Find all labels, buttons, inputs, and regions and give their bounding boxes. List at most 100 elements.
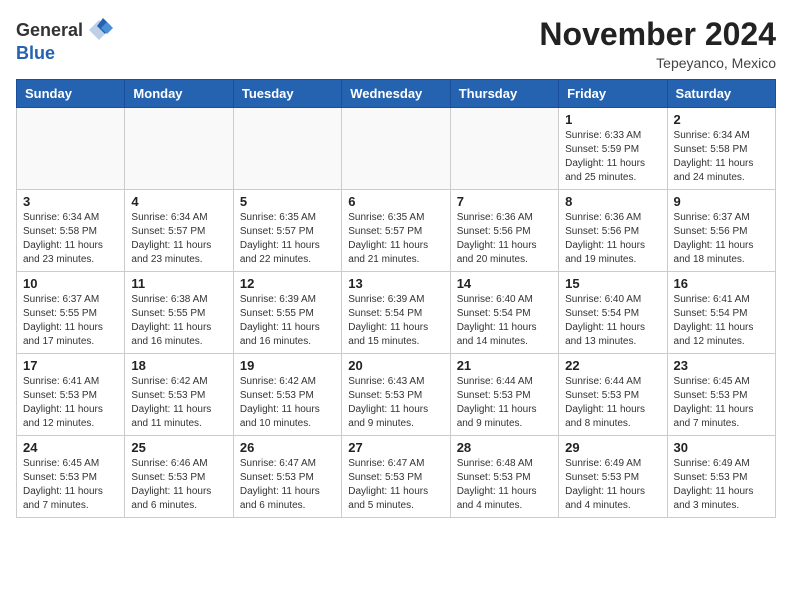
logo: General Blue: [16, 16, 113, 64]
table-row: 4 Sunrise: 6:34 AMSunset: 5:57 PMDaylight…: [125, 190, 233, 272]
day-number: 14: [457, 276, 552, 291]
page-header: General Blue November 2024 Tepeyanco, Me…: [16, 16, 776, 71]
calendar-week-row: 10 Sunrise: 6:37 AMSunset: 5:55 PMDayligh…: [17, 272, 776, 354]
table-row: 7Sunrise: 6:36 AMSunset: 5:56 PMDaylight…: [450, 190, 558, 272]
calendar-week-row: 24Sunrise: 6:45 AMSunset: 5:53 PMDayligh…: [17, 436, 776, 518]
table-row: 10 Sunrise: 6:37 AMSunset: 5:55 PMDayligh…: [17, 272, 125, 354]
day-number: 2: [674, 112, 769, 127]
table-row: [342, 108, 450, 190]
day-info: Sunrise: 6:47 AMSunset: 5:53 PMDaylight:…: [348, 457, 443, 513]
table-row: 20 Sunrise: 6:43 AMSunset: 5:53 PMDayligh…: [342, 354, 450, 436]
header-sunday: Sunday: [17, 80, 125, 108]
day-info: Sunrise: 6:44 AMSunset: 5:53 PMDaylight:…: [565, 375, 660, 431]
day-info: Sunrise: 6:39 AMSunset: 5:54 PMDaylight:…: [348, 293, 443, 349]
logo-general: General: [16, 21, 83, 39]
day-info: Sunrise: 6:34 AMSunset: 5:57 PMDaylight:…: [131, 211, 226, 267]
day-number: 11: [131, 276, 226, 291]
day-number: 12: [240, 276, 335, 291]
day-info: Sunrise: 6:41 AMSunset: 5:53 PMDaylight:…: [23, 375, 118, 431]
table-row: 28Sunrise: 6:48 AMSunset: 5:53 PMDayligh…: [450, 436, 558, 518]
day-info: Sunrise: 6:42 AMSunset: 5:53 PMDaylight:…: [131, 375, 226, 431]
day-info: Sunrise: 6:49 AMSunset: 5:53 PMDaylight:…: [565, 457, 660, 513]
table-row: 6 Sunrise: 6:35 AMSunset: 5:57 PMDaylight…: [342, 190, 450, 272]
day-number: 4: [131, 194, 226, 209]
day-info: Sunrise: 6:34 AMSunset: 5:58 PMDaylight:…: [23, 211, 118, 267]
day-number: 17: [23, 358, 118, 373]
header-tuesday: Tuesday: [233, 80, 341, 108]
day-info: Sunrise: 6:43 AMSunset: 5:53 PMDaylight:…: [348, 375, 443, 431]
day-info: Sunrise: 6:40 AMSunset: 5:54 PMDaylight:…: [565, 293, 660, 349]
header-friday: Friday: [559, 80, 667, 108]
day-number: 15: [565, 276, 660, 291]
calendar-week-row: 1 Sunrise: 6:33 AMSunset: 5:59 PMDaylight…: [17, 108, 776, 190]
day-number: 22: [565, 358, 660, 373]
day-info: Sunrise: 6:37 AMSunset: 5:56 PMDaylight:…: [674, 211, 769, 267]
day-number: 7: [457, 194, 552, 209]
day-number: 26: [240, 440, 335, 455]
day-number: 6: [348, 194, 443, 209]
table-row: 27 Sunrise: 6:47 AMSunset: 5:53 PMDayligh…: [342, 436, 450, 518]
table-row: 25 Sunrise: 6:46 AMSunset: 5:53 PMDayligh…: [125, 436, 233, 518]
table-row: 12 Sunrise: 6:39 AMSunset: 5:55 PMDayligh…: [233, 272, 341, 354]
day-info: Sunrise: 6:44 AMSunset: 5:53 PMDaylight:…: [457, 375, 552, 431]
table-row: 19 Sunrise: 6:42 AMSunset: 5:53 PMDayligh…: [233, 354, 341, 436]
day-number: 19: [240, 358, 335, 373]
header-saturday: Saturday: [667, 80, 775, 108]
table-row: [450, 108, 558, 190]
month-title: November 2024: [539, 16, 776, 53]
day-info: Sunrise: 6:45 AMSunset: 5:53 PMDaylight:…: [674, 375, 769, 431]
day-number: 16: [674, 276, 769, 291]
logo-blue: Blue: [16, 43, 55, 63]
day-info: Sunrise: 6:37 AMSunset: 5:55 PMDaylight:…: [23, 293, 118, 349]
day-info: Sunrise: 6:46 AMSunset: 5:53 PMDaylight:…: [131, 457, 226, 513]
day-info: Sunrise: 6:38 AMSunset: 5:55 PMDaylight:…: [131, 293, 226, 349]
day-number: 27: [348, 440, 443, 455]
table-row: 18 Sunrise: 6:42 AMSunset: 5:53 PMDayligh…: [125, 354, 233, 436]
table-row: 8Sunrise: 6:36 AMSunset: 5:56 PMDaylight…: [559, 190, 667, 272]
day-number: 3: [23, 194, 118, 209]
title-area: November 2024 Tepeyanco, Mexico: [539, 16, 776, 71]
table-row: [233, 108, 341, 190]
calendar-header-row: Sunday Monday Tuesday Wednesday Thursday…: [17, 80, 776, 108]
table-row: 17 Sunrise: 6:41 AMSunset: 5:53 PMDayligh…: [17, 354, 125, 436]
header-wednesday: Wednesday: [342, 80, 450, 108]
day-number: 21: [457, 358, 552, 373]
day-number: 9: [674, 194, 769, 209]
day-info: Sunrise: 6:35 AMSunset: 5:57 PMDaylight:…: [348, 211, 443, 267]
table-row: 5Sunrise: 6:35 AMSunset: 5:57 PMDaylight…: [233, 190, 341, 272]
table-row: [17, 108, 125, 190]
day-info: Sunrise: 6:39 AMSunset: 5:55 PMDaylight:…: [240, 293, 335, 349]
day-number: 1: [565, 112, 660, 127]
day-number: 30: [674, 440, 769, 455]
header-thursday: Thursday: [450, 80, 558, 108]
day-number: 28: [457, 440, 552, 455]
table-row: 24Sunrise: 6:45 AMSunset: 5:53 PMDayligh…: [17, 436, 125, 518]
day-info: Sunrise: 6:49 AMSunset: 5:53 PMDaylight:…: [674, 457, 769, 513]
table-row: 9 Sunrise: 6:37 AMSunset: 5:56 PMDaylight…: [667, 190, 775, 272]
table-row: 23 Sunrise: 6:45 AMSunset: 5:53 PMDayligh…: [667, 354, 775, 436]
day-info: Sunrise: 6:33 AMSunset: 5:59 PMDaylight:…: [565, 129, 660, 185]
table-row: 15 Sunrise: 6:40 AMSunset: 5:54 PMDayligh…: [559, 272, 667, 354]
table-row: 30 Sunrise: 6:49 AMSunset: 5:53 PMDayligh…: [667, 436, 775, 518]
day-number: 18: [131, 358, 226, 373]
day-number: 20: [348, 358, 443, 373]
table-row: 21 Sunrise: 6:44 AMSunset: 5:53 PMDayligh…: [450, 354, 558, 436]
table-row: 14Sunrise: 6:40 AMSunset: 5:54 PMDayligh…: [450, 272, 558, 354]
table-row: 11 Sunrise: 6:38 AMSunset: 5:55 PMDayligh…: [125, 272, 233, 354]
day-number: 24: [23, 440, 118, 455]
day-info: Sunrise: 6:47 AMSunset: 5:53 PMDaylight:…: [240, 457, 335, 513]
day-info: Sunrise: 6:34 AMSunset: 5:58 PMDaylight:…: [674, 129, 769, 185]
day-number: 5: [240, 194, 335, 209]
table-row: 29 Sunrise: 6:49 AMSunset: 5:53 PMDayligh…: [559, 436, 667, 518]
day-number: 29: [565, 440, 660, 455]
day-number: 23: [674, 358, 769, 373]
calendar-week-row: 17 Sunrise: 6:41 AMSunset: 5:53 PMDayligh…: [17, 354, 776, 436]
day-info: Sunrise: 6:41 AMSunset: 5:54 PMDaylight:…: [674, 293, 769, 349]
day-number: 13: [348, 276, 443, 291]
location-subtitle: Tepeyanco, Mexico: [539, 55, 776, 71]
day-info: Sunrise: 6:42 AMSunset: 5:53 PMDaylight:…: [240, 375, 335, 431]
day-number: 10: [23, 276, 118, 291]
day-number: 25: [131, 440, 226, 455]
table-row: 1 Sunrise: 6:33 AMSunset: 5:59 PMDaylight…: [559, 108, 667, 190]
header-monday: Monday: [125, 80, 233, 108]
